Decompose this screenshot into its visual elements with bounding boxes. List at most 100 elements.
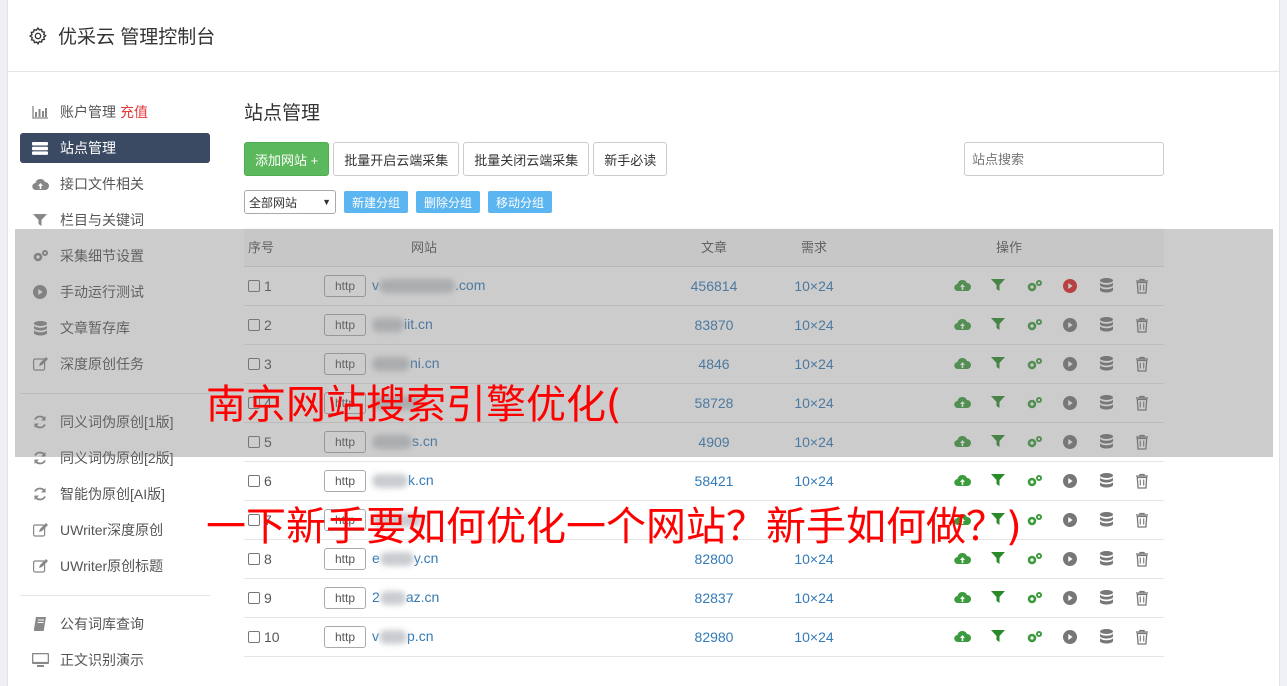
site-domain-link[interactable]: v p.cn — [372, 628, 433, 644]
batch-open-cloud-button[interactable]: 批量开启云端采集 — [333, 142, 460, 176]
sidebar-item-label: 栏目与关键词 — [60, 212, 144, 228]
sidebar-item[interactable]: UWriter深度原创 — [20, 512, 210, 548]
recharge-link[interactable]: 充值 — [120, 102, 148, 122]
domain-redacted — [379, 590, 406, 605]
overlay-title-line-2: 一下新手要如何优化一个网站？新手如何做？) — [206, 504, 1022, 550]
row-index: 8 — [264, 550, 272, 567]
row-index-cell: 9 — [244, 578, 324, 618]
http-button[interactable]: http — [324, 469, 367, 492]
sidebar-item-label: 公有词库查询 — [60, 616, 144, 632]
row-index-cell: 10 — [244, 617, 324, 657]
row-checkbox[interactable] — [248, 591, 260, 604]
page-title: 站点管理 — [244, 103, 321, 124]
sidebar-item-label: 智能伪原创[AI版] — [60, 486, 166, 502]
cogs-icon[interactable] — [1016, 630, 1052, 644]
sidebar-item[interactable]: 账户管理 充值 — [20, 94, 210, 130]
article-count[interactable]: 82837 — [684, 578, 744, 618]
site-cell: http v p.cn — [324, 617, 684, 657]
book-icon — [31, 617, 49, 631]
domain-suffix: k.cn — [408, 471, 434, 488]
trash-icon[interactable] — [1124, 512, 1160, 528]
sidebar-item[interactable]: 站点管理 — [20, 133, 210, 163]
database-icon[interactable] — [1088, 590, 1124, 605]
toolbar: 添加网站 + 批量开启云端采集 批量关闭云端采集 新手必读 — [244, 142, 1164, 176]
overlay-band — [15, 229, 1273, 457]
row-index: 6 — [264, 472, 272, 489]
app-header: 优采云 管理控制台 — [8, 0, 1279, 72]
cloud-upload-icon — [31, 177, 49, 191]
ops-cell — [884, 617, 1164, 657]
http-button[interactable]: http — [324, 625, 367, 648]
filter-icon[interactable] — [980, 630, 1016, 643]
sidebar-item[interactable]: 接口文件相关 — [20, 166, 210, 202]
database-icon[interactable] — [1088, 629, 1124, 644]
site-domain-link[interactable]: 2 az.cn — [372, 589, 439, 605]
filter-icon[interactable] — [980, 591, 1016, 604]
group-select-value: 全部网站 — [249, 195, 298, 210]
domain-redacted — [372, 473, 409, 488]
filter-icon — [31, 213, 49, 227]
app-title: 优采云 管理控制台 — [58, 27, 216, 48]
move-group-button[interactable]: 移动分组 — [488, 191, 553, 213]
trash-icon[interactable] — [1124, 629, 1160, 645]
newbie-guide-button[interactable]: 新手必读 — [593, 142, 668, 176]
site-domain-link[interactable]: k.cn — [372, 472, 434, 488]
sidebar-item-label: UWriter原创标题 — [60, 558, 164, 574]
play-icon[interactable] — [1052, 551, 1088, 566]
site-search-input[interactable] — [964, 142, 1164, 176]
article-count[interactable]: 82980 — [684, 617, 744, 657]
ops-cell — [884, 578, 1164, 618]
domain-prefix: 2 — [372, 588, 380, 605]
row-index: 10 — [264, 628, 280, 645]
group-select[interactable]: 全部网站 ▼ — [244, 190, 336, 214]
refresh-icon — [31, 487, 49, 501]
row-checkbox[interactable] — [248, 474, 260, 487]
domain-suffix: p.cn — [407, 627, 434, 644]
play-icon[interactable] — [1052, 590, 1088, 605]
row-checkbox[interactable] — [248, 630, 260, 643]
table-row: 10 http v p.cn 82980 10×24 — [244, 617, 1164, 657]
batch-close-cloud-button[interactable]: 批量关闭云端采集 — [463, 142, 590, 176]
cloud-upload-icon[interactable] — [944, 591, 980, 604]
database-icon[interactable] — [1088, 473, 1124, 488]
demand-value[interactable]: 10×24 — [744, 617, 884, 657]
overlay-title-line-1: 南京网站搜索引擎优化( — [206, 382, 622, 428]
add-site-button[interactable]: 添加网站 + — [244, 142, 330, 176]
row-checkbox[interactable] — [248, 552, 260, 565]
sidebar-divider — [20, 595, 210, 596]
cogs-icon[interactable] — [1016, 591, 1052, 605]
filter-icon[interactable] — [980, 552, 1016, 565]
cloud-upload-icon[interactable] — [944, 474, 980, 487]
database-icon[interactable] — [1088, 551, 1124, 566]
play-icon[interactable] — [1052, 512, 1088, 527]
chevron-down-icon: ▼ — [322, 197, 331, 207]
sidebar-item-label: UWriter深度原创 — [60, 522, 164, 538]
demand-value[interactable]: 10×24 — [744, 578, 884, 618]
trash-icon[interactable] — [1124, 590, 1160, 606]
cogs-icon[interactable] — [1016, 552, 1052, 566]
sidebar-item[interactable]: 公有词库查询 — [20, 606, 210, 642]
trash-icon[interactable] — [1124, 473, 1160, 489]
domain-prefix: v — [372, 627, 380, 644]
sidebar-item[interactable]: 正文识别演示 — [20, 642, 210, 678]
sidebar-item-label: 接口文件相关 — [60, 176, 144, 192]
monitor-icon — [31, 653, 49, 667]
filter-icon[interactable] — [980, 474, 1016, 487]
group-bar: 全部网站 ▼ 新建分组 删除分组 移动分组 — [244, 190, 1164, 214]
play-icon[interactable] — [1052, 629, 1088, 644]
trash-icon[interactable] — [1124, 551, 1160, 567]
row-index: 9 — [264, 589, 272, 606]
edit-icon — [31, 559, 49, 573]
cloud-upload-icon[interactable] — [944, 630, 980, 643]
play-icon[interactable] — [1052, 473, 1088, 488]
new-group-button[interactable]: 新建分组 — [344, 191, 409, 213]
domain-redacted — [379, 551, 414, 566]
sidebar-item[interactable]: 智能伪原创[AI版] — [20, 476, 210, 512]
cloud-upload-icon[interactable] — [944, 552, 980, 565]
database-icon[interactable] — [1088, 512, 1124, 527]
cogs-icon[interactable] — [1016, 474, 1052, 488]
domain-redacted — [379, 629, 408, 644]
http-button[interactable]: http — [324, 586, 367, 609]
delete-group-button[interactable]: 删除分组 — [416, 191, 481, 213]
sidebar-item[interactable]: UWriter原创标题 — [20, 548, 210, 584]
